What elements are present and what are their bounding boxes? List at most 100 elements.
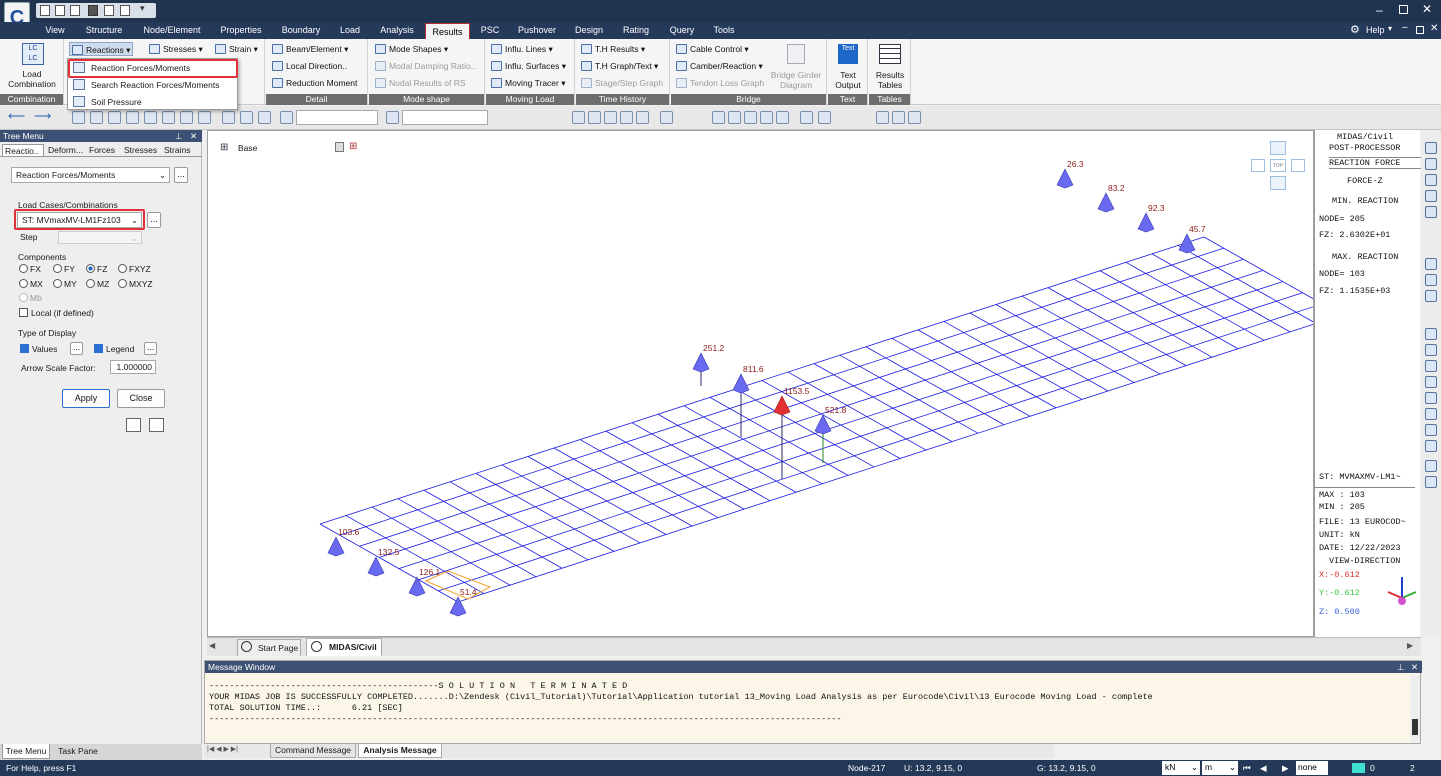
- result-type-more-button[interactable]: ...: [174, 167, 188, 183]
- radio-mxyz[interactable]: MXYZ: [118, 279, 153, 289]
- tab-psc[interactable]: PSC: [477, 22, 503, 39]
- radio-fx[interactable]: FX: [19, 264, 41, 274]
- local-direction-button[interactable]: Local Direction..: [272, 59, 347, 73]
- tab-design[interactable]: Design: [569, 22, 609, 39]
- radio-my[interactable]: MY: [53, 279, 77, 289]
- pin-icon[interactable]: ⊥: [175, 130, 182, 142]
- view-right-side-icon[interactable]: [1425, 376, 1437, 388]
- nodal-results-rs-button[interactable]: Nodal Results of RS: [375, 76, 466, 90]
- unselect-icon[interactable]: [198, 111, 211, 124]
- tab-view[interactable]: View: [40, 22, 70, 39]
- zoom-out-icon[interactable]: [1425, 158, 1437, 170]
- close-button[interactable]: Close: [117, 389, 165, 408]
- doc-restore-icon[interactable]: [1416, 26, 1424, 34]
- zoom-all-icon[interactable]: [1425, 206, 1437, 218]
- zoom-window-side-icon[interactable]: [1425, 190, 1437, 202]
- save-icon[interactable]: [88, 5, 98, 16]
- view-back-icon[interactable]: [588, 111, 601, 124]
- stresses-button[interactable]: Stresses ▾: [149, 42, 203, 56]
- lock-icon[interactable]: [892, 111, 905, 124]
- tab-properties[interactable]: Properties: [214, 22, 268, 39]
- select-polygon-icon[interactable]: [108, 111, 121, 124]
- message-scroll-thumb[interactable]: [1412, 719, 1418, 735]
- tab-strains[interactable]: Strains: [164, 144, 190, 156]
- moving-tracer-button[interactable]: Moving Tracer ▾: [491, 76, 566, 90]
- radio-fxyz[interactable]: FXYZ: [118, 264, 151, 274]
- undo-icon[interactable]: ⟵: [8, 109, 25, 123]
- magnify-icon[interactable]: [1425, 258, 1437, 270]
- tab-node-element[interactable]: Node/Element: [139, 22, 205, 39]
- select-intersect-icon[interactable]: [126, 111, 139, 124]
- tab-command-message[interactable]: Command Message: [270, 744, 356, 758]
- mode-shapes-button[interactable]: Mode Shapes ▾: [375, 42, 448, 56]
- values-checkbox[interactable]: Values: [20, 344, 57, 354]
- th-results-button[interactable]: T.H Results ▾: [581, 42, 645, 56]
- color-swatch-icon[interactable]: [1352, 763, 1365, 773]
- shrink-icon[interactable]: [818, 111, 831, 124]
- tab-tools[interactable]: Tools: [707, 22, 741, 39]
- zoom-fit-icon[interactable]: [712, 111, 725, 124]
- strain-button[interactable]: Strain ▾: [215, 42, 258, 56]
- select-identity-icon[interactable]: [258, 111, 271, 124]
- pan-icon[interactable]: [744, 111, 757, 124]
- camber-reaction-button[interactable]: Camber/Reaction ▾: [676, 59, 763, 73]
- radio-fz[interactable]: FZ: [86, 264, 107, 274]
- reduction-moment-button[interactable]: Reduction Moment: [272, 76, 357, 90]
- tab-scroll-left-icon[interactable]: ◀: [209, 641, 215, 650]
- results-tables-button[interactable]: Results Tables: [869, 70, 911, 90]
- minimize-icon[interactable]: –: [1376, 3, 1383, 17]
- tab-boundary[interactable]: Boundary: [276, 22, 326, 39]
- select-volume-icon[interactable]: [162, 111, 175, 124]
- tab-deform[interactable]: Deform...: [48, 144, 83, 156]
- radio-mz[interactable]: MZ: [86, 279, 109, 289]
- values-more-button[interactable]: ...: [70, 342, 83, 355]
- close-icon[interactable]: ✕: [1422, 2, 1432, 16]
- customize-icon[interactable]: ▾: [140, 3, 145, 14]
- preview-icon[interactable]: [120, 5, 130, 16]
- view-iso-side-icon[interactable]: [1425, 328, 1437, 340]
- reactions-button[interactable]: Reactions ▾: [69, 42, 133, 56]
- view-top-side-icon[interactable]: [1425, 392, 1437, 404]
- axis-side-icon[interactable]: [1425, 440, 1437, 452]
- load-case-more-button[interactable]: ...: [147, 212, 161, 228]
- th-graph-text-button[interactable]: T.H Graph/Text ▾: [581, 59, 658, 73]
- legend-more-button[interactable]: ...: [144, 342, 157, 355]
- cable-control-button[interactable]: Cable Control ▾: [676, 42, 749, 56]
- fit-icon[interactable]: [1425, 174, 1437, 186]
- local-checkbox[interactable]: Local (if defined): [19, 308, 94, 318]
- select-window-icon[interactable]: [90, 111, 103, 124]
- select-all-icon[interactable]: [180, 111, 193, 124]
- next-page-icon[interactable]: ▶: [1282, 760, 1289, 776]
- help-menu[interactable]: Help: [1366, 25, 1385, 35]
- view-right-icon[interactable]: [620, 111, 633, 124]
- tab-reaction[interactable]: Reactio..: [2, 144, 44, 156]
- beam-element-button[interactable]: Beam/Element ▾: [272, 42, 348, 56]
- modal-damping-ratio-button[interactable]: Modal Damping Ratio..: [375, 59, 475, 73]
- view-front-icon[interactable]: [572, 111, 585, 124]
- tab-rating[interactable]: Rating: [617, 22, 655, 39]
- tab-stresses[interactable]: Stresses: [124, 144, 157, 156]
- zoom-in-icon[interactable]: [1425, 142, 1437, 154]
- radio-mx[interactable]: MX: [19, 279, 43, 289]
- doc-minimize-icon[interactable]: –: [1402, 22, 1408, 33]
- render-side-icon[interactable]: [1425, 476, 1437, 488]
- select-plane-icon[interactable]: [144, 111, 157, 124]
- tab-task-pane[interactable]: Task Pane: [54, 744, 102, 759]
- view-left-side-icon[interactable]: [1425, 360, 1437, 372]
- select-icon[interactable]: [72, 111, 85, 124]
- load-combination-button[interactable]: Load Combination: [0, 69, 64, 89]
- open-folder-icon[interactable]: [70, 5, 80, 16]
- view-front-side-icon[interactable]: [1425, 344, 1437, 356]
- render-icon[interactable]: [876, 111, 889, 124]
- restore-icon[interactable]: [1399, 5, 1408, 14]
- tab-analysis[interactable]: Analysis: [374, 22, 420, 39]
- radio-mb[interactable]: Mb: [19, 293, 42, 303]
- message-pin-icon[interactable]: ⊥: [1397, 661, 1404, 673]
- unlock-icon[interactable]: [908, 111, 921, 124]
- tendon-loss-graph-button[interactable]: Tendon Loss Graph: [676, 76, 764, 90]
- none-select[interactable]: none: [1296, 761, 1328, 775]
- view-back-side-icon[interactable]: [1425, 424, 1437, 436]
- message-scrollbar[interactable]: [1410, 675, 1420, 743]
- view-bottom-side-icon[interactable]: [1425, 408, 1437, 420]
- legend-checkbox[interactable]: Legend: [94, 344, 134, 354]
